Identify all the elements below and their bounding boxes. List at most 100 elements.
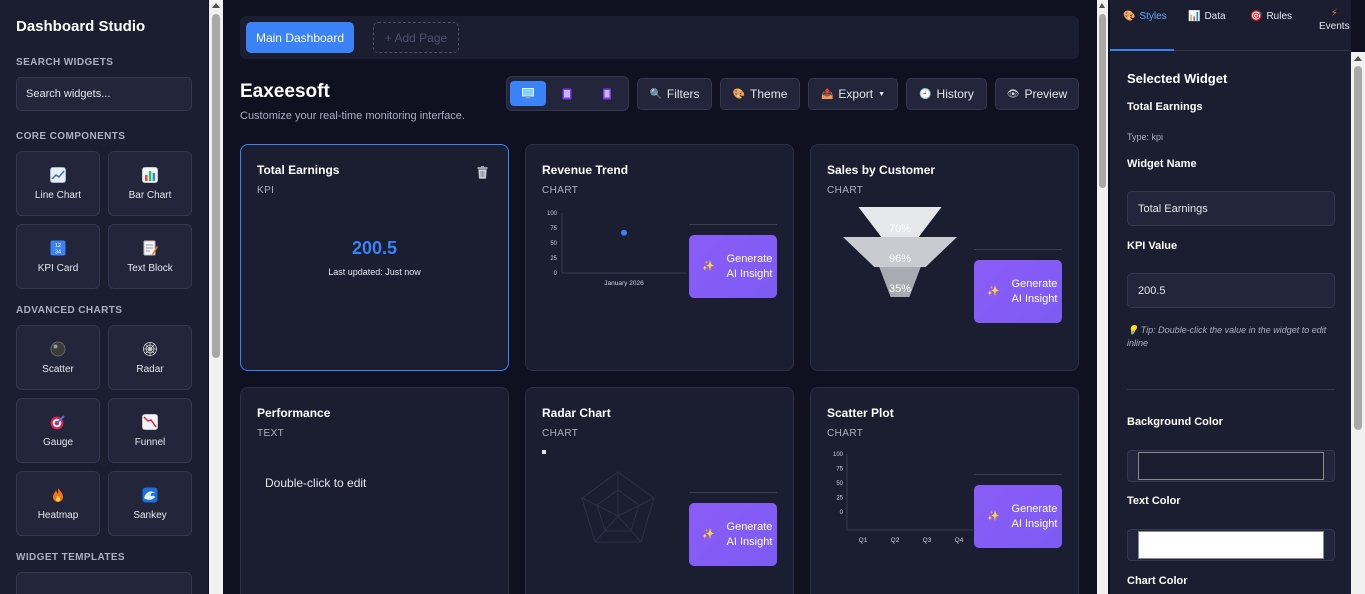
component-kpi-card[interactable]: 12 34 KPI Card [16,224,100,289]
clock-icon: 🕘 [919,88,932,100]
dashboard-subtitle: Customize your real-time monitoring inte… [240,110,465,122]
component-radar[interactable]: Radar [108,325,192,390]
sidebar-scrollbar[interactable] [209,0,223,594]
generate-ai-insight-button[interactable]: ✨ Generate AI Insight [689,235,777,298]
y-tick-label: 75 [550,226,557,232]
widget-scatter-plot[interactable]: Scatter Plot CHART 100 75 50 25 0 Q1 Q2 Q3 Q4 ✨ … [810,387,1079,594]
ai-divider [974,474,1062,475]
funnel-label: 35% [889,283,911,295]
kpi-value[interactable]: 200.5 [241,238,508,259]
desktop-view-button[interactable] [510,81,546,106]
widget-title: Radar Chart [542,406,611,420]
eye-icon: 👁 [1006,88,1020,100]
palette-icon: 🎨 [732,88,746,100]
text-color-picker[interactable] [1127,529,1335,561]
panel-heading: Selected Widget [1127,71,1228,86]
component-gauge[interactable]: Gauge [16,398,100,463]
text-color-label: Text Color [1127,495,1181,507]
theme-button[interactable]: 🎨 Theme [720,78,800,110]
x-tick-label: Q4 [955,537,964,544]
text-color-swatch [1138,531,1324,559]
add-page-button[interactable]: + Add Page [373,22,459,53]
palette-icon: 🎨 [1123,11,1136,22]
component-label: Line Chart [34,189,82,201]
x-tick-label: Q1 [859,537,868,544]
export-dropdown-button[interactable]: 📤 Export ▼ [808,78,898,110]
y-tick-label: 0 [554,271,558,277]
text-block-content[interactable]: Double-click to edit [265,476,366,490]
canvas-scrollbar[interactable] [1097,0,1108,594]
preview-label: Preview [1024,87,1068,101]
tab-label: Events [1319,21,1350,32]
tablet-view-button[interactable] [549,81,585,106]
generate-ai-insight-button[interactable]: ✨ Generate AI Insight [974,260,1062,323]
widget-template-item[interactable] [16,572,192,594]
search-widgets-input[interactable] [16,77,192,111]
widget-title: Performance [257,406,331,420]
export-label: Export [838,87,874,101]
search-section-title: SEARCH WIDGETS [16,57,114,68]
tab-rules[interactable]: 🎯 Rules [1250,11,1292,22]
caret-down-icon: ▼ [878,90,886,98]
page-tab-main-dashboard[interactable]: Main Dashboard [246,22,354,53]
y-tick-label: 25 [550,256,557,262]
component-label: Scatter [42,363,74,375]
x-tick-label: January 2026 [604,280,644,287]
desktop-icon [522,88,534,99]
component-line-chart[interactable]: Line Chart [16,151,100,216]
funnel-label: 70% [889,223,911,235]
y-tick-label: 100 [833,452,844,458]
component-heatmap[interactable]: Heatmap [16,471,100,536]
background-color-swatch [1138,452,1324,480]
generate-ai-insight-button[interactable]: ✨ Generate AI Insight [689,503,777,566]
widget-type: TEXT [257,428,285,439]
trash-icon[interactable] [477,166,488,179]
widget-type: KPI [257,185,275,196]
svg-text:34: 34 [55,249,61,255]
tab-label: Rules [1266,11,1293,22]
ai-divider [974,249,1062,250]
component-scatter[interactable]: Scatter [16,325,100,390]
widget-type: CHART [827,428,864,439]
edit-tip-text: 💡 Tip: Double-click the value in the wid… [1127,325,1327,348]
generate-ai-insight-button[interactable]: ✨ Generate AI Insight [974,485,1062,548]
page-tabs-bar: Main Dashboard + Add Page [240,16,1079,59]
component-sankey[interactable]: Sankey [108,471,192,536]
panel-scrollbar[interactable] [1351,52,1365,594]
panel-tabs: 🎨 Styles 📊 Data 🎯 Rules ⚡ Events [1110,0,1351,51]
advanced-charts-grid: Scatter Radar Gauge Funnel Heatmap Sanke… [16,325,192,536]
widget-sales-by-customer[interactable]: Sales by Customer CHART 70% 96% 35% ✨ Gene… [810,144,1079,371]
funnel-chart-icon [142,413,158,430]
y-tick-label: 50 [550,241,557,247]
tab-data[interactable]: 📊 Data [1188,11,1226,22]
widget-performance[interactable]: Performance TEXT Double-click to edit [240,387,509,594]
component-funnel[interactable]: Funnel [108,398,192,463]
widget-title: Revenue Trend [542,163,629,177]
widget-total-earnings[interactable]: Total Earnings KPI 200.5 Last updated: J… [240,144,509,371]
core-components-grid: Line Chart Bar Chart 12 34 KPI Card Text… [16,151,192,289]
wave-icon [142,487,158,502]
component-label: KPI Card [37,262,79,274]
y-tick-label: 50 [836,481,843,487]
filters-button[interactable]: 🔍 Filters [637,78,712,110]
kpi-value-input[interactable] [1127,273,1335,308]
scatter-plot-chart: 100 75 50 25 0 Q1 Q2 Q3 Q4 [833,452,973,544]
background-color-picker[interactable] [1127,450,1335,482]
y-tick-label: 100 [547,211,558,217]
mobile-view-button[interactable] [589,81,625,106]
component-text-block[interactable]: Text Block [108,224,192,289]
widget-name-input[interactable] [1127,191,1335,226]
chart-color-label: Chart Color [1127,575,1188,587]
tab-styles[interactable]: 🎨 Styles [1123,11,1167,22]
widget-revenue-trend[interactable]: Revenue Trend CHART 100 75 50 25 0 January 20… [525,144,794,371]
memo-icon [143,240,158,255]
history-button[interactable]: 🕘 History [906,78,987,110]
widget-radar-chart[interactable]: Radar Chart CHART ✨ Generate AI Insight [525,387,794,594]
radar-chart-placeholder [542,450,655,543]
y-tick-label: 25 [836,496,843,502]
component-bar-chart[interactable]: Bar Chart [108,151,192,216]
tab-events[interactable]: ⚡ Events [1319,8,1350,32]
component-label: Sankey [133,509,167,521]
preview-button[interactable]: 👁 Preview [995,78,1079,110]
brand-title: Dashboard Studio [16,18,146,35]
